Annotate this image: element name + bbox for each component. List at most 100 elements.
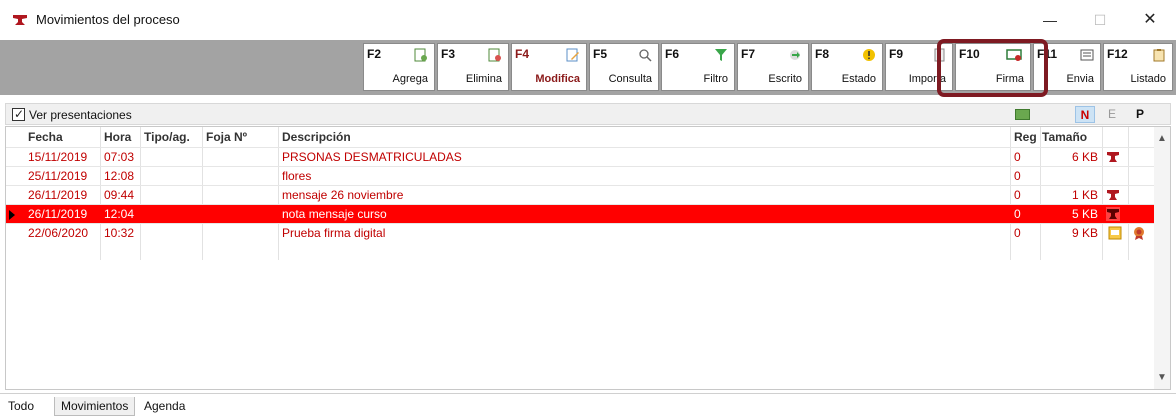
f5-consult-button[interactable]: F5 Consulta	[589, 43, 659, 91]
f3-delete-button[interactable]: F3 Elimina	[437, 43, 509, 91]
f7-key: F7	[741, 47, 756, 61]
cell-hora: 09:44	[104, 188, 135, 202]
search-icon	[639, 49, 652, 62]
col-tamano[interactable]: Tamaño	[1042, 130, 1087, 144]
f11-label: Envia	[1066, 73, 1094, 85]
col-tipo[interactable]: Tipo/ag.	[144, 130, 190, 144]
table-row[interactable]: 26/11/2019 09:44 mensaje 26 noviembre 0 …	[6, 185, 1156, 204]
filter-bar: ✓ Ver presentaciones N E P	[5, 103, 1171, 125]
f4-key: F4	[515, 47, 530, 61]
cell-reg: 0	[1014, 188, 1021, 202]
f9-key: F9	[889, 47, 904, 61]
col-reg[interactable]: Reg	[1014, 130, 1037, 144]
cell-reg: 0	[1014, 150, 1021, 164]
title-bar: Movimientos del proceso — ☐ ✕	[0, 0, 1176, 40]
f5-label: Consulta	[608, 73, 652, 85]
warning-icon	[863, 49, 875, 61]
col-descripcion[interactable]: Descripción	[282, 130, 351, 144]
edit-icon	[566, 48, 579, 62]
table-row[interactable]: 15/11/2019 07:03 PRSONAS DESMATRICULADAS…	[6, 147, 1156, 166]
cell-reg: 0	[1014, 226, 1021, 240]
mode-n-button[interactable]: N	[1075, 106, 1095, 123]
scroll-down-icon[interactable]: ▼	[1157, 372, 1167, 383]
ver-presentaciones-label[interactable]: Ver presentaciones	[29, 108, 132, 122]
window-title: Movimientos del proceso	[36, 12, 180, 27]
list-icon	[1153, 49, 1165, 62]
tab-agenda[interactable]: Agenda	[138, 397, 191, 415]
cell-fecha: 26/11/2019	[28, 207, 88, 221]
f12-list-button[interactable]: F12 Listado	[1103, 43, 1173, 91]
f8-label: Estado	[841, 73, 876, 85]
bottom-tabs: Todo Movimientos Agenda	[0, 393, 1176, 417]
anvil-app-icon	[13, 15, 27, 25]
close-button[interactable]: ✕	[1130, 6, 1170, 34]
scroll-up-icon[interactable]: ▲	[1157, 133, 1167, 144]
certificate-icon[interactable]	[1108, 226, 1122, 240]
cell-descripcion: Prueba firma digital	[282, 226, 386, 240]
current-row-indicator	[9, 210, 15, 220]
cell-tamano: 6 KB	[1071, 150, 1098, 164]
movements-table: Fecha Hora Tipo/ag. Foja Nº Descripción …	[5, 126, 1171, 390]
maximize-button[interactable]: ☐	[1080, 6, 1120, 34]
f6-filter-button[interactable]: F6 Filtro	[661, 43, 735, 91]
cell-fecha: 22/06/2020	[28, 226, 89, 240]
table-row[interactable]: 22/06/2020 10:32 Prueba firma digital 0 …	[6, 223, 1156, 242]
cell-fecha: 26/11/2019	[28, 188, 88, 202]
tab-movimientos[interactable]: Movimientos	[54, 397, 136, 416]
cell-descripcion: flores	[282, 169, 312, 183]
f7-label: Escrito	[768, 73, 802, 85]
cell-hora: 07:03	[104, 150, 135, 164]
filter-icon	[715, 49, 727, 61]
f10-highlight-annotation	[937, 39, 1048, 97]
table-row-selected[interactable]: 26/11/2019 12:04 nota mensaje curso 0 5 …	[6, 204, 1156, 223]
anvil-icon[interactable]	[1106, 207, 1120, 221]
f8-status-button[interactable]: F8 Estado	[811, 43, 883, 91]
mode-e-button[interactable]: E	[1102, 106, 1122, 123]
f2-key: F2	[367, 47, 382, 61]
mode-p-button[interactable]: P	[1130, 106, 1150, 123]
cell-hora: 12:08	[104, 169, 135, 183]
f12-key: F12	[1107, 47, 1128, 61]
table-header: Fecha Hora Tipo/ag. Foja Nº Descripción …	[6, 127, 1156, 147]
f2-label: Agrega	[392, 73, 428, 85]
cell-tamano: 1 KB	[1071, 188, 1098, 202]
cell-tamano: 5 KB	[1071, 207, 1098, 221]
f4-label: Modifica	[535, 73, 580, 85]
f3-label: Elimina	[465, 73, 502, 85]
f4-modify-button[interactable]: F4 Modifica	[511, 43, 587, 91]
f2-add-button[interactable]: F2 Agrega	[363, 43, 435, 91]
cell-descripcion: mensaje 26 noviembre	[282, 188, 404, 202]
f3-key: F3	[441, 47, 456, 61]
f7-escrito-button[interactable]: F7 Escrito	[737, 43, 809, 91]
cell-hora: 12:04	[104, 207, 135, 221]
f8-key: F8	[815, 47, 830, 61]
delete-doc-icon	[488, 48, 501, 62]
f5-key: F5	[593, 47, 608, 61]
f6-label: Filtro	[703, 73, 728, 85]
cell-fecha: 15/11/2019	[28, 150, 88, 164]
f6-key: F6	[665, 47, 680, 61]
cell-descripcion: PRSONAS DESMATRICULADAS	[282, 150, 462, 164]
col-hora[interactable]: Hora	[104, 130, 131, 144]
cell-hora: 10:32	[104, 226, 135, 240]
anvil-icon[interactable]	[1106, 150, 1120, 164]
minimize-button[interactable]: —	[1030, 6, 1070, 34]
escrito-icon	[790, 50, 800, 60]
cell-reg: 0	[1014, 169, 1021, 183]
col-foja[interactable]: Foja Nº	[206, 130, 247, 144]
table-row[interactable]: 25/11/2019 12:08 flores 0	[6, 166, 1156, 185]
send-icon	[1080, 49, 1094, 61]
tab-todo[interactable]: Todo	[2, 397, 40, 415]
ver-presentaciones-checkbox[interactable]: ✓	[12, 107, 25, 121]
anvil-icon[interactable]	[1106, 188, 1120, 202]
cell-descripcion: nota mensaje curso	[282, 207, 387, 221]
seal-icon[interactable]	[1132, 226, 1146, 240]
add-doc-icon	[414, 48, 427, 62]
cell-fecha: 25/11/2019	[28, 169, 88, 183]
folder-icon[interactable]	[1015, 109, 1030, 120]
f12-label: Listado	[1130, 73, 1166, 85]
col-fecha[interactable]: Fecha	[28, 130, 63, 144]
cell-reg: 0	[1014, 207, 1021, 221]
cell-tamano: 9 KB	[1071, 226, 1098, 240]
vertical-scrollbar[interactable]: ▲ ▼	[1154, 127, 1170, 389]
